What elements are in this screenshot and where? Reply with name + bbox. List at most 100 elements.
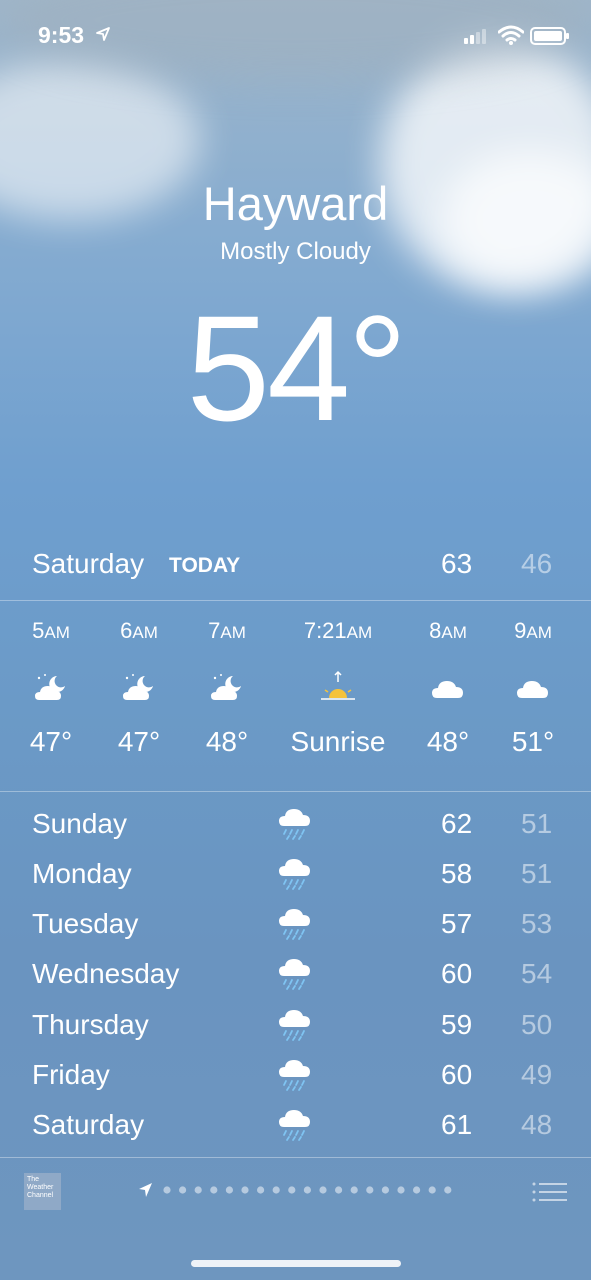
hour-suffix: AM — [44, 623, 70, 642]
hourly-item: 7AM 48° — [177, 618, 277, 758]
daily-day: Tuesday — [32, 908, 139, 939]
daily-high: 57 — [441, 908, 473, 939]
daily-row: Monday 58 51 — [0, 858, 591, 908]
hourly-item: 9AM 51° — [483, 618, 583, 758]
hour-time: 7:21 — [303, 618, 347, 643]
page-dot — [194, 1186, 202, 1194]
hour-time: 5 — [32, 618, 45, 643]
page-dot — [210, 1186, 218, 1194]
divider — [0, 1157, 591, 1158]
hour-suffix: AM — [132, 623, 158, 642]
hour-time: 8 — [429, 618, 442, 643]
hourly-item: 6AM 47° — [89, 618, 189, 758]
weather-channel-logo-text: The Weather Channel — [27, 1176, 54, 1199]
hour-time: 9 — [514, 618, 527, 643]
today-low: 46 — [521, 548, 553, 579]
today-day: Saturday — [32, 548, 145, 579]
daily-high: 58 — [441, 858, 473, 889]
hour-value: 48° — [205, 726, 249, 757]
home-indicator[interactable] — [191, 1260, 401, 1267]
rain-cloud-icon — [279, 1110, 310, 1141]
hour-value: 47° — [29, 726, 73, 757]
daily-day: Monday — [32, 858, 132, 889]
divider — [0, 791, 591, 792]
daily-day: Thursday — [32, 1009, 149, 1040]
daily-low: 50 — [521, 1009, 553, 1040]
hour-suffix: AM — [220, 623, 246, 642]
daily-day: Friday — [32, 1059, 110, 1090]
current-condition: Mostly Cloudy — [220, 238, 371, 265]
daily-low: 54 — [521, 958, 553, 989]
page-dot — [241, 1186, 249, 1194]
city-name: Hayward — [202, 177, 389, 230]
partly-cloudy-night-icon — [177, 668, 277, 708]
daily-high: 62 — [441, 808, 473, 839]
battery-icon — [530, 27, 569, 45]
page-dot — [397, 1186, 405, 1194]
page-indicator[interactable] — [136, 1180, 466, 1200]
location-arrow-icon — [96, 27, 110, 41]
daily-day: Wednesday — [32, 958, 180, 989]
status-time: 9:53 — [38, 22, 85, 48]
hour-suffix: AM — [526, 623, 552, 642]
hourly-item: 5AM 47° — [1, 618, 101, 758]
partly-cloudy-night-icon — [89, 668, 189, 708]
today-label: TODAY — [169, 554, 241, 577]
cellular-signal-icon — [464, 29, 486, 44]
page-dot — [335, 1186, 343, 1194]
rain-cloud-icon — [279, 959, 310, 990]
page-dot — [179, 1186, 187, 1194]
daily-high: 59 — [441, 1009, 473, 1040]
hour-suffix: AM — [441, 623, 467, 642]
daily-row: Friday 60 49 — [0, 1059, 591, 1109]
page-dot — [163, 1186, 171, 1194]
daily-high: 61 — [441, 1109, 473, 1140]
page-dot — [428, 1186, 436, 1194]
daily-day: Sunday — [32, 808, 127, 839]
page-dot — [444, 1186, 452, 1194]
wifi-icon — [498, 25, 524, 45]
page-dot — [288, 1186, 296, 1194]
page-dot — [366, 1186, 374, 1194]
rain-cloud-icon — [279, 1010, 310, 1041]
hourly-item: 7:21AM Sunrise — [273, 618, 403, 758]
divider — [0, 600, 591, 601]
today-summary-row: Saturday TODAY 63 46 — [0, 540, 591, 590]
sunrise-icon — [273, 668, 403, 708]
current-temperature: 54° — [186, 284, 408, 452]
page-dot — [350, 1186, 358, 1194]
page-dot — [319, 1186, 327, 1194]
weather-channel-logo-button[interactable]: The Weather Channel — [24, 1173, 61, 1210]
hour-value: Sunrise — [290, 726, 386, 757]
daily-row: Wednesday 60 54 — [0, 958, 591, 1008]
daily-row: Saturday 61 48 — [0, 1109, 591, 1159]
page-dot — [225, 1186, 233, 1194]
cloud-icon — [483, 668, 583, 708]
list-icon[interactable] — [531, 1180, 567, 1204]
daily-row: Sunday 62 51 — [0, 808, 591, 858]
page-dot — [413, 1186, 421, 1194]
daily-low: 53 — [521, 908, 553, 939]
hour-suffix: AM — [346, 623, 373, 642]
hour-time: 7 — [208, 618, 221, 643]
daily-day: Saturday — [32, 1109, 145, 1140]
daily-row: Thursday 59 50 — [0, 1009, 591, 1059]
rain-cloud-icon — [279, 809, 310, 840]
daily-low: 49 — [521, 1059, 553, 1090]
page-dot — [303, 1186, 311, 1194]
page-dot — [257, 1186, 265, 1194]
hour-value: 47° — [117, 726, 161, 757]
daily-low: 48 — [521, 1109, 553, 1140]
rain-cloud-icon — [279, 909, 310, 940]
page-dot — [272, 1186, 280, 1194]
rain-cloud-icon — [279, 859, 310, 890]
daily-low: 51 — [521, 808, 553, 839]
rain-cloud-icon — [279, 1060, 310, 1091]
status-bar: 9:53 — [0, 0, 591, 70]
hour-value: 51° — [511, 726, 555, 757]
daily-high: 60 — [441, 1059, 473, 1090]
page-dot — [381, 1186, 389, 1194]
hour-time: 6 — [120, 618, 133, 643]
today-high: 63 — [441, 548, 473, 579]
partly-cloudy-night-icon — [1, 668, 101, 708]
